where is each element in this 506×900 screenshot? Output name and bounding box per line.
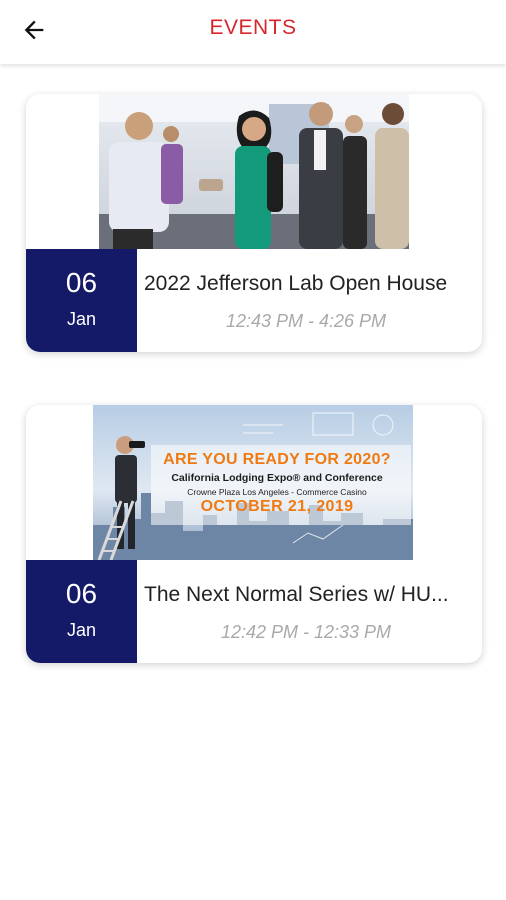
event-time: 12:43 PM - 4:26 PM <box>225 311 387 331</box>
event-day: 06 <box>65 578 98 609</box>
event-day: 06 <box>65 267 98 298</box>
event-date: 06 Jan <box>26 560 137 663</box>
event-date: 06 Jan <box>26 249 137 352</box>
event-card[interactable]: ARE YOU READY FOR 2020? California Lodgi… <box>26 405 482 663</box>
banner-date: OCTOBER 21, 2019 <box>200 498 354 515</box>
banner-venue: Crowne Plaza Los Angeles - Commerce Casi… <box>187 487 367 497</box>
event-image: ARE YOU READY FOR 2020? California Lodgi… <box>93 405 413 560</box>
event-image <box>99 94 409 249</box>
event-title: The Next Normal Series w/ HU... <box>144 583 449 606</box>
banner-text: ARE YOU READY FOR 2020? California Lodgi… <box>93 405 413 560</box>
event-title: 2022 Jefferson Lab Open House <box>144 272 448 295</box>
event-time: 12:42 PM - 12:33 PM <box>220 622 392 642</box>
event-card[interactable]: 06 Jan 2022 Jefferson Lab Open House 12:… <box>26 94 482 352</box>
app-header: EVENTS <box>0 0 506 64</box>
networking-photo <box>99 94 409 249</box>
banner-headline: ARE YOU READY FOR 2020? <box>163 451 391 468</box>
event-month: Jan <box>66 620 97 640</box>
banner-subtitle: California Lodging Expo® and Conference <box>171 472 383 484</box>
page-title: EVENTS <box>209 16 297 39</box>
event-month: Jan <box>66 309 97 329</box>
